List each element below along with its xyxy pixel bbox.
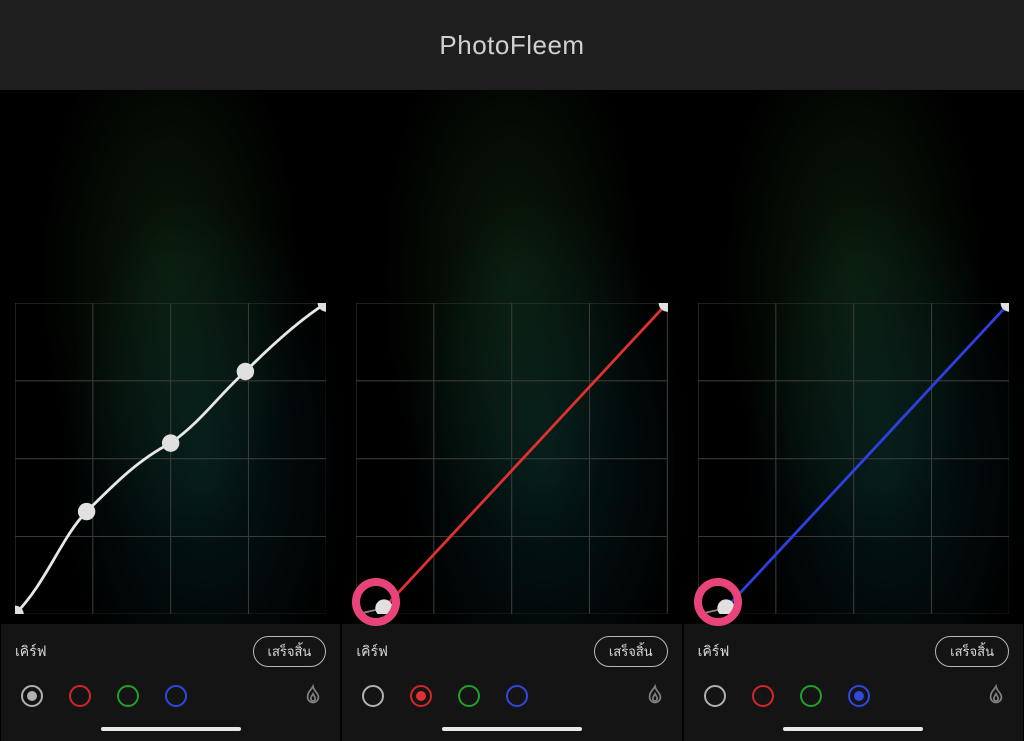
- done-button[interactable]: เสร็จสิ้น: [253, 636, 327, 667]
- curve-editor-2[interactable]: [356, 303, 667, 614]
- channel-white[interactable]: [362, 685, 384, 707]
- curve-line-3[interactable]: [726, 303, 1009, 608]
- curve-label: เคิร์ฟ: [698, 641, 730, 663]
- curve-editor-3[interactable]: [698, 303, 1009, 614]
- channel-red[interactable]: [69, 685, 91, 707]
- channel-blue[interactable]: [848, 685, 870, 707]
- reset-icon[interactable]: [983, 683, 1009, 709]
- channel-red[interactable]: [752, 685, 774, 707]
- panel-1: เคิร์ฟ เสร็จสิ้น: [0, 90, 341, 741]
- channel-blue[interactable]: [165, 685, 187, 707]
- curve-grid: [356, 303, 667, 614]
- panel-3: เคิร์ฟ เสร็จสิ้น: [683, 90, 1024, 741]
- bottom-bar-3: เคิร์ฟ เสร็จสิ้น: [684, 624, 1023, 741]
- home-indicator[interactable]: [783, 727, 923, 731]
- curve-editor-1[interactable]: [15, 303, 326, 614]
- reset-icon[interactable]: [300, 683, 326, 709]
- panels-row: เคิร์ฟ เสร็จสิ้น: [0, 90, 1024, 741]
- curve-grid: [698, 303, 1009, 614]
- channel-picker-2: [356, 683, 667, 709]
- channel-white[interactable]: [21, 685, 43, 707]
- bottom-bar-1: เคิร์ฟ เสร็จสิ้น: [1, 624, 340, 741]
- photo-preview-3[interactable]: [684, 90, 1023, 624]
- photo-preview-1[interactable]: [1, 90, 340, 624]
- app-header: PhotoFleem: [0, 0, 1024, 90]
- channel-picker-3: [698, 683, 1009, 709]
- curve-grid: [15, 303, 326, 614]
- channel-green[interactable]: [458, 685, 480, 707]
- panel-2: เคิร์ฟ เสร็จสิ้น: [341, 90, 682, 741]
- done-button[interactable]: เสร็จสิ้น: [935, 636, 1009, 667]
- done-button[interactable]: เสร็จสิ้น: [594, 636, 668, 667]
- channel-blue[interactable]: [506, 685, 528, 707]
- reset-icon[interactable]: [642, 683, 668, 709]
- home-indicator[interactable]: [101, 727, 241, 731]
- app-title: PhotoFleem: [439, 30, 584, 61]
- curve-label: เคิร์ฟ: [356, 641, 388, 663]
- channel-green[interactable]: [800, 685, 822, 707]
- channel-white[interactable]: [704, 685, 726, 707]
- channel-green[interactable]: [117, 685, 139, 707]
- bottom-bar-2: เคิร์ฟ เสร็จสิ้น: [342, 624, 681, 741]
- home-indicator[interactable]: [442, 727, 582, 731]
- channel-red[interactable]: [410, 685, 432, 707]
- curve-label: เคิร์ฟ: [15, 641, 47, 663]
- curve-line-2[interactable]: [384, 303, 667, 608]
- channel-picker-1: [15, 683, 326, 709]
- photo-preview-2[interactable]: [342, 90, 681, 624]
